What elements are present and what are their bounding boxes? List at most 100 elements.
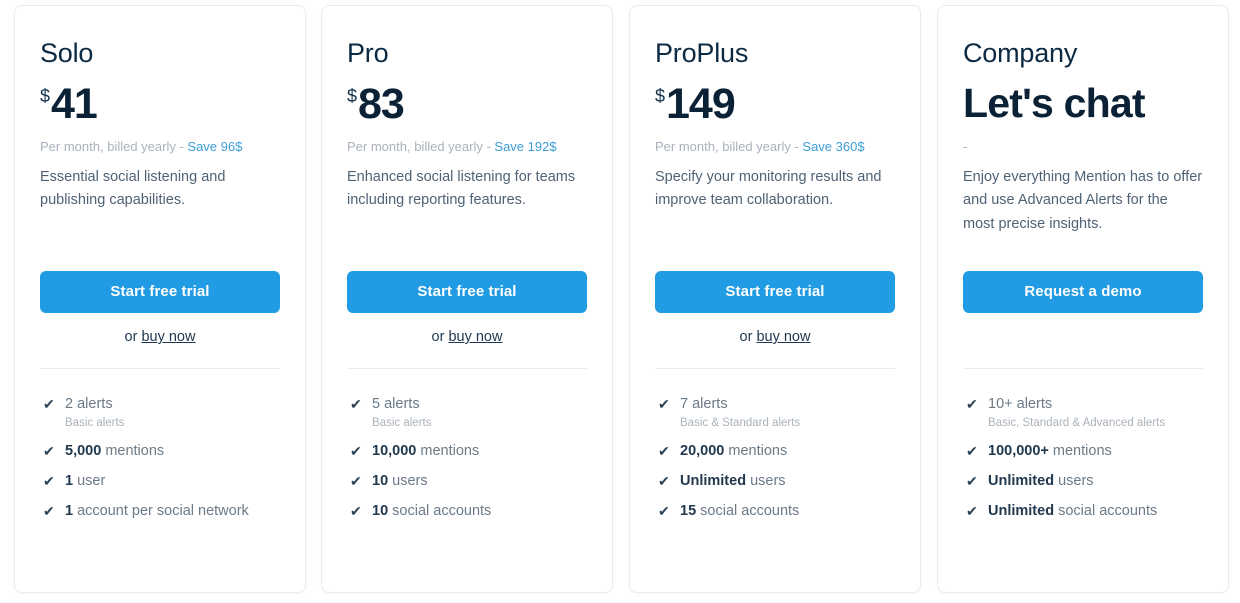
feature-text: 2 alerts [65,395,287,414]
feature-label: social accounts [1054,503,1158,519]
check-icon: ✔ [43,396,55,412]
plan-description: Specify your monitoring results and impr… [655,169,882,209]
feature-value: 2 [65,396,74,412]
plan-card-solo: Solo $41 Per month, billed yearly - Save 9… [14,5,306,593]
cta-block: Start free trial or buy now [40,271,280,349]
feature-value: 15 [680,503,697,519]
feature-text: 5,000 mentions [65,442,287,461]
save-link[interactable]: Save 360$ [802,139,864,154]
feature-item: ✔ 100,000+ mentions [963,442,1210,461]
billing-note: Per month, billed yearly - Save 192$ [347,138,587,156]
feature-text: 1 user [65,472,287,491]
cta-button[interactable]: Start free trial [40,271,280,313]
feature-label: user [73,473,106,489]
feature-subtext: Basic & Standard alerts [680,417,801,429]
feature-label: mentions [724,443,788,459]
check-icon: ✔ [658,443,670,459]
feature-label: mentions [1048,443,1112,459]
check-icon: ✔ [350,503,362,519]
feature-value: 1 [65,473,74,489]
save-link[interactable]: Save 192$ [494,139,556,154]
plan-price: $149 [655,80,895,130]
feature-value: Unlimited [680,473,747,489]
feature-label: mentions [101,443,165,459]
feature-value: 20,000 [680,443,725,459]
buy-now-link[interactable]: buy now [448,329,502,345]
cta-button[interactable]: Start free trial [655,271,895,313]
feature-label: alerts [380,396,420,412]
feature-label: users [388,473,428,489]
cta-block: Start free trial or buy now [347,271,587,349]
feature-value: Unlimited [988,503,1055,519]
feature-item: ✔ 2 alerts Basic alerts [40,395,287,431]
feature-text: 1 account per social network [65,502,287,521]
feature-value: 1 [65,503,74,519]
plan-name: ProPlus [655,38,749,68]
price-amount: Let's chat [963,80,1146,126]
feature-text: 10 users [372,472,594,491]
card-divider [347,368,587,369]
plan-card-proplus: ProPlus $149 Per month, billed yearly - Sa… [629,5,921,593]
check-icon: ✔ [966,396,978,412]
feature-text: 100,000+ mentions [988,442,1210,461]
price-amount: 83 [358,80,405,128]
cta-block: Request a demo [963,271,1203,313]
check-icon: ✔ [966,473,978,489]
feature-label: alerts [1012,396,1053,412]
feature-label: mentions [416,443,480,459]
billing-note: Per month, billed yearly - Save 96$ [40,138,280,156]
feature-item: ✔ 1 user [40,472,287,491]
feature-label: alerts [73,396,113,412]
price-amount: 149 [666,80,736,128]
buy-now-line: or buy now [655,329,895,349]
currency-symbol: $ [655,86,666,106]
cta-button[interactable]: Start free trial [347,271,587,313]
check-icon: ✔ [43,503,55,519]
check-icon: ✔ [43,473,55,489]
feature-text: 10,000 mentions [372,442,594,461]
feature-text: Unlimited users [988,472,1210,491]
feature-item: ✔ 7 alerts Basic & Standard alerts [655,395,902,431]
features-list: ✔ 7 alerts Basic & Standard alerts ✔ 20,000 … [655,395,902,532]
cta-button[interactable]: Request a demo [963,271,1203,313]
buy-now-line: or buy now [347,329,587,349]
check-icon: ✔ [350,443,362,459]
feature-label: social accounts [388,503,492,519]
check-icon: ✔ [966,503,978,519]
features-list: ✔ 2 alerts Basic alerts ✔ 5,000 mentions ✔ 1 u… [40,395,287,532]
plan-description: Enjoy everything Mention has to offer an… [963,169,1203,232]
plan-name: Company [963,38,1078,68]
feature-subtext: Basic, Standard & Advanced alerts [988,417,1166,429]
feature-label: account per social network [73,503,249,519]
check-icon: ✔ [350,396,362,412]
billing-note: Per month, billed yearly - Save 360$ [655,138,895,156]
billing-text: Per month, billed yearly - [40,139,188,154]
price-amount: 41 [51,80,98,128]
feature-value: Unlimited [988,473,1055,489]
card-divider [655,368,895,369]
billing-note: - [963,138,1203,156]
feature-item: ✔ Unlimited social accounts [963,502,1210,521]
or-text: or [739,329,757,345]
buy-now-link[interactable]: buy now [756,329,810,345]
feature-item: ✔ 10,000 mentions [347,442,594,461]
plan-card-company: Company Let's chat - Enjoy everything Menti… [937,5,1229,593]
feature-subtext: Basic alerts [65,417,125,429]
feature-value: 5 [372,396,381,412]
feature-value: 10,000 [372,443,417,459]
feature-label: users [1054,473,1094,489]
save-link[interactable]: Save 96$ [187,139,242,154]
plan-card-pro: Pro $83 Per month, billed yearly - Save 19… [321,5,613,593]
currency-symbol: $ [347,86,358,106]
plan-price: $83 [347,80,587,130]
feature-label: users [746,473,786,489]
feature-text: 10+ alerts [988,395,1210,414]
plan-description: Essential social listening and publishin… [40,169,226,209]
feature-item: ✔ Unlimited users [655,472,902,491]
feature-value: 5,000 [65,443,102,459]
buy-now-link[interactable]: buy now [141,329,195,345]
plan-price: Let's chat [963,80,1203,130]
feature-subtext: Basic alerts [372,417,432,429]
feature-value: 7 [680,396,689,412]
billing-text: - [963,139,968,154]
